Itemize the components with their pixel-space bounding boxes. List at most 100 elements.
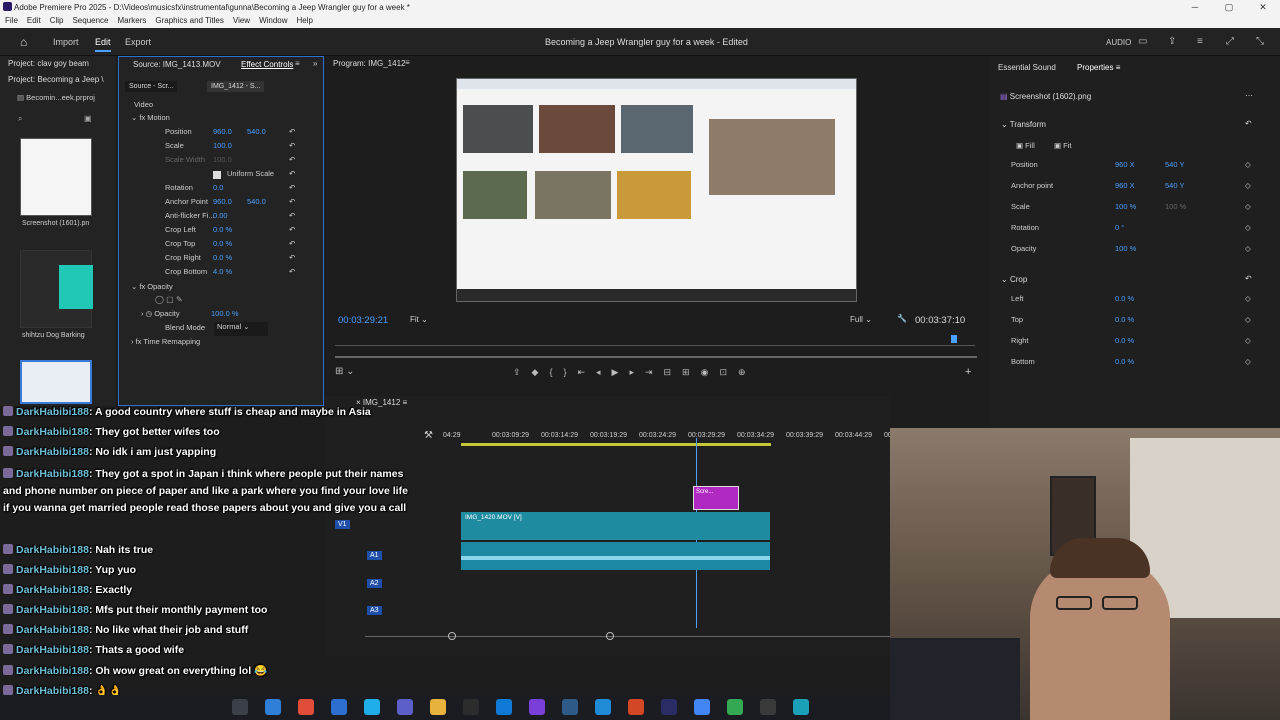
scroll-handle-right[interactable] xyxy=(606,632,614,640)
property-value[interactable]: 960 X xyxy=(1115,181,1135,195)
source-tab[interactable]: Source: IMG_1413.MOV xyxy=(133,60,221,69)
reset-icon[interactable]: ↶ xyxy=(289,169,295,183)
thumbnail-screenshot-selected[interactable] xyxy=(20,360,92,404)
property-value[interactable]: 0 ° xyxy=(1115,223,1124,237)
minimize-icon[interactable]: ─ xyxy=(1178,0,1212,14)
new-bin-icon[interactable]: ▣ xyxy=(84,114,92,123)
reset-transform-icon[interactable]: ↶ xyxy=(1245,119,1252,128)
transport-controls[interactable]: ⇪◆{}⇤◂▶▸⇥⊟⊞◉⊡⊕ xyxy=(513,367,757,378)
keyframe-icon[interactable]: ◇ xyxy=(1245,181,1251,195)
property-value[interactable]: 540 Y xyxy=(1165,181,1184,195)
thumbnail-audio[interactable] xyxy=(20,250,93,328)
edit-tab[interactable]: Edit xyxy=(95,37,111,52)
program-menu-icon[interactable]: ≡ xyxy=(405,58,410,67)
import-tab[interactable]: Import xyxy=(53,37,79,47)
fill-button[interactable]: ▣ Fill xyxy=(1016,141,1035,150)
close-icon[interactable]: ✕ xyxy=(1246,0,1280,14)
keyframe-icon[interactable]: ◇ xyxy=(1245,223,1251,237)
taskbar-app-icon[interactable] xyxy=(265,699,281,715)
opacity-effect[interactable]: ⌄ fx Opacity xyxy=(131,282,173,291)
taskbar-app-icon[interactable] xyxy=(298,699,314,715)
program-video-frame[interactable] xyxy=(456,78,857,302)
taskbar-app-icon[interactable] xyxy=(496,699,512,715)
essential-sound-tab[interactable]: Essential Sound xyxy=(998,63,1056,72)
properties-tab[interactable]: Properties ≡ xyxy=(1077,63,1120,72)
effect-row-value[interactable]: 540.0 xyxy=(247,127,266,141)
taskbar-app-icon[interactable] xyxy=(397,699,413,715)
project-tab-2[interactable]: Project: Becoming a Jeep \ xyxy=(8,75,112,84)
keyframe-icon[interactable]: ◇ xyxy=(1245,294,1251,308)
clip-screenshot[interactable]: Scre... xyxy=(693,486,739,510)
uniform-scale-checkbox[interactable] xyxy=(213,171,221,179)
sequence-clip-selector[interactable]: IMG_1412 - S... xyxy=(207,81,265,92)
fullscreen-icon[interactable]: ⤢ xyxy=(1226,36,1234,47)
settings-icon[interactable]: ⊞ ⌄ xyxy=(335,366,355,377)
menu-file[interactable]: File xyxy=(5,14,18,28)
crop-value[interactable]: 0.0 % xyxy=(1115,315,1134,329)
effect-row-value[interactable]: 540.0 xyxy=(247,197,266,211)
zoom-bar[interactable] xyxy=(335,356,977,358)
source-clip-selector[interactable]: Source - Scr... xyxy=(125,81,178,92)
time-remapping[interactable]: › fx Time Remapping xyxy=(131,337,200,351)
keyframe-icon[interactable]: ◇ xyxy=(1245,357,1251,371)
opacity-value[interactable]: 100.0 % xyxy=(211,309,239,323)
menu-sequence[interactable]: Sequence xyxy=(72,14,108,28)
collapse-icon[interactable]: ⤡ xyxy=(1256,36,1264,47)
reset-icon[interactable]: ↶ xyxy=(289,141,295,155)
taskbar-app-icon[interactable] xyxy=(529,699,545,715)
scroll-handle-left[interactable] xyxy=(448,632,456,640)
playhead-timecode[interactable]: 00:03:29:21 xyxy=(338,315,388,326)
clip-video-v1[interactable]: IMG_1420.MOV [V] xyxy=(461,512,770,540)
crop-value[interactable]: 0.0 % xyxy=(1115,357,1134,371)
reset-crop-icon[interactable]: ↶ xyxy=(1245,274,1252,283)
taskbar-app-icon[interactable] xyxy=(760,699,776,715)
taskbar-app-icon[interactable] xyxy=(595,699,611,715)
timeline-scrollbar[interactable] xyxy=(365,636,890,637)
property-value[interactable]: 960 X xyxy=(1115,160,1135,174)
effect-row-value[interactable]: 960.0 xyxy=(213,197,232,211)
work-area-bar[interactable] xyxy=(461,443,771,446)
reset-icon[interactable]: ↶ xyxy=(289,225,295,239)
effect-row-value[interactable]: 0.0 xyxy=(213,183,223,197)
tool-icon[interactable]: ⚒ xyxy=(424,430,433,441)
taskbar-app-icon[interactable] xyxy=(463,699,479,715)
effect-row-value[interactable]: 0.0 % xyxy=(213,253,232,267)
search-icon[interactable]: ⌕ xyxy=(18,114,22,124)
clip-audio-a1[interactable] xyxy=(461,542,770,570)
effect-controls-tab[interactable]: Effect Controls xyxy=(241,60,293,69)
taskbar-app-icon[interactable] xyxy=(628,699,644,715)
menu-icon[interactable]: ≡ xyxy=(1197,36,1203,47)
more-options-icon[interactable]: ⋯ xyxy=(1245,91,1253,100)
resolution-select[interactable]: Full ⌄ xyxy=(850,315,872,324)
effect-row-value[interactable]: 960.0 xyxy=(213,127,232,141)
maximize-icon[interactable]: ▢ xyxy=(1212,0,1246,14)
property-value[interactable]: 100 % xyxy=(1115,244,1136,258)
menu-edit[interactable]: Edit xyxy=(27,14,41,28)
keyframe-icon[interactable]: ◇ xyxy=(1245,315,1251,329)
thumbnail-screenshot[interactable] xyxy=(20,138,92,216)
effect-row-value[interactable]: 100.0 xyxy=(213,141,232,155)
crop-section[interactable]: ⌄ Crop xyxy=(1001,275,1027,284)
reset-icon[interactable]: ↶ xyxy=(289,253,295,267)
keyframe-icon[interactable]: ◇ xyxy=(1245,244,1251,258)
menu-clip[interactable]: Clip xyxy=(50,14,64,28)
reset-icon[interactable]: ↶ xyxy=(289,211,295,225)
menu-view[interactable]: View xyxy=(233,14,250,28)
property-value[interactable]: 540 Y xyxy=(1165,160,1184,174)
export-tab[interactable]: Export xyxy=(125,37,151,47)
mask-shape-icons[interactable]: ◯ ▢ ✎ xyxy=(155,295,183,304)
effect-row-value[interactable]: 100.0 xyxy=(213,155,232,169)
blend-mode-select[interactable]: Normal ⌄ xyxy=(214,322,268,336)
effect-row-value[interactable]: 0.0 % xyxy=(213,239,232,253)
taskbar-app-icon[interactable] xyxy=(694,699,710,715)
reset-icon[interactable]: ↶ xyxy=(289,183,295,197)
share-icon[interactable]: ⇪ xyxy=(1168,36,1176,47)
menu-markers[interactable]: Markers xyxy=(118,14,147,28)
taskbar-app-icon[interactable] xyxy=(562,699,578,715)
keyframe-icon[interactable]: ◇ xyxy=(1245,202,1251,216)
keyframe-icon[interactable]: ◇ xyxy=(1245,336,1251,350)
taskbar-app-icon[interactable] xyxy=(430,699,446,715)
program-ruler[interactable] xyxy=(335,338,975,346)
taskbar-app-icon[interactable] xyxy=(727,699,743,715)
taskbar-app-icon[interactable] xyxy=(364,699,380,715)
